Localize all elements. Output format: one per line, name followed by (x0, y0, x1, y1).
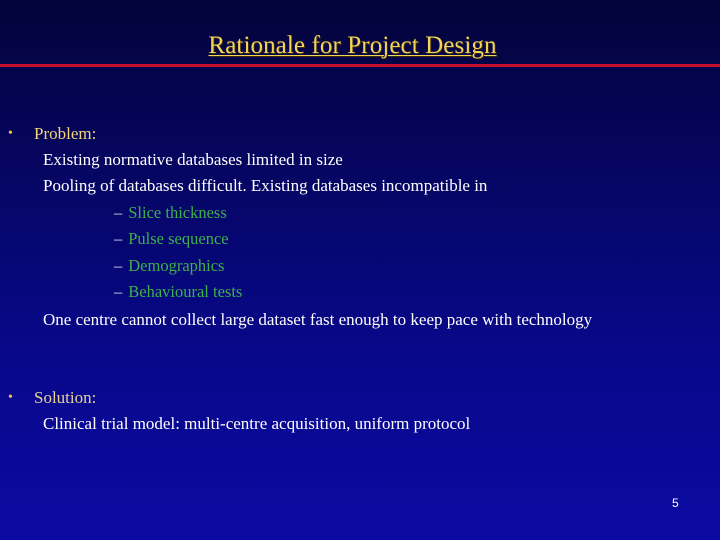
sub-bullet-item: – Slice thickness (114, 202, 227, 224)
sub-bullet-text: Slice thickness (128, 203, 227, 222)
solution-line: Clinical trial model: multi-centre acqui… (43, 414, 471, 433)
sub-bullet-text: Pulse sequence (128, 229, 229, 248)
bullet-icon: • (8, 390, 13, 405)
slide-title: Rationale for Project Design (208, 32, 497, 59)
solution-heading: Solution: (34, 388, 97, 407)
dash-icon: – (114, 229, 123, 248)
sub-bullet-item: – Behavioural tests (114, 281, 242, 303)
bullet-icon: • (8, 126, 13, 141)
dash-icon: – (114, 256, 123, 275)
slide: Rationale for Project Design • Problem: … (0, 0, 720, 540)
sub-bullet-item: – Pulse sequence (114, 228, 229, 250)
sub-bullet-item: – Demographics (114, 255, 224, 277)
sub-bullet-text: Demographics (128, 256, 225, 275)
problem-line: Existing normative databases limited in … (43, 150, 343, 169)
problem-heading: Problem: (34, 124, 97, 143)
problem-line: Pooling of databases difficult. Existing… (43, 176, 488, 195)
page-number: 5 (672, 496, 679, 510)
title-divider (0, 64, 720, 67)
dash-icon: – (114, 203, 123, 222)
problem-closing-line: One centre cannot collect large dataset … (43, 310, 593, 329)
sub-bullet-text: Behavioural tests (128, 282, 243, 301)
dash-icon: – (114, 282, 123, 301)
